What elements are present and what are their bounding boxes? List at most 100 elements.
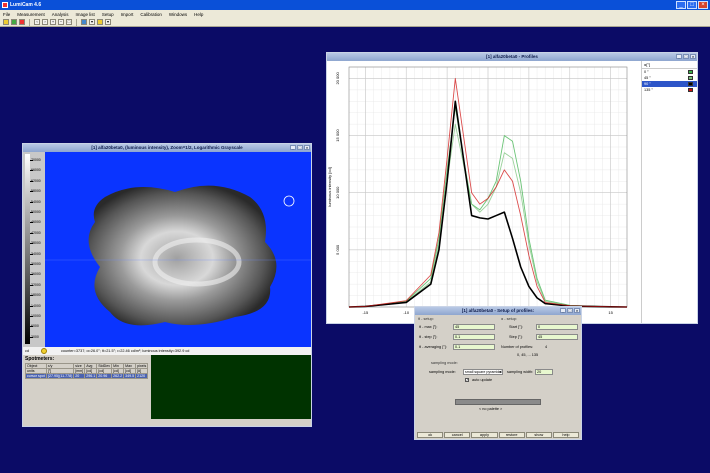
- open-folder-icon[interactable]: [3, 19, 9, 25]
- cancel-button[interactable]: cancel: [444, 432, 471, 438]
- zoom-in-icon[interactable]: +: [50, 19, 56, 25]
- unit-label: cd: [25, 349, 30, 353]
- y-tick-label: 15 000: [335, 129, 340, 142]
- minimize-icon[interactable]: _: [676, 1, 686, 9]
- scale-tick-label: 42000: [31, 230, 41, 235]
- show-button[interactable]: show: [525, 432, 552, 438]
- menu-image-list[interactable]: Image list: [76, 12, 95, 17]
- grid-icon[interactable]: [81, 19, 87, 25]
- scale-tick-label: 62000: [31, 178, 41, 183]
- toolbar-separator: [29, 18, 30, 26]
- image-window[interactable]: [1] alfa20beta0, (luminous intensity), Z…: [22, 143, 312, 427]
- scale-tick-label: 50000: [31, 210, 41, 214]
- x-tick-label: -10: [403, 310, 410, 315]
- image-status-row: cd counter=3737; α=26.0°; θ=21.5°; ι=22.…: [23, 347, 311, 355]
- legend-swatch: [688, 70, 693, 74]
- help-button[interactable]: help: [552, 432, 580, 438]
- sampling-width-label: sampling width:: [507, 370, 534, 374]
- sampling-mode-value: small square pyramidal: [465, 370, 502, 374]
- menu-help[interactable]: Help: [194, 12, 203, 17]
- auto-update-label: auto update: [472, 378, 493, 382]
- cursor-spot-marker[interactable]: [283, 195, 295, 207]
- legend-item[interactable]: 135 °: [642, 87, 697, 93]
- close-icon[interactable]: ×: [698, 1, 708, 9]
- profiles-chart[interactable]: -15-10-50510155 00010 00015 00020 000θ[°…: [327, 61, 639, 323]
- image-window-controls: _ □ ×: [290, 145, 310, 150]
- table-header: StdDev: [96, 363, 113, 369]
- maximize-icon[interactable]: □: [683, 54, 689, 59]
- scale-tick-label: 2000: [31, 334, 39, 339]
- minimize-icon[interactable]: _: [290, 145, 296, 150]
- record-icon[interactable]: [19, 19, 25, 25]
- restore-button[interactable]: restore: [498, 432, 525, 438]
- close-icon[interactable]: ×: [574, 308, 580, 313]
- legend-swatch: [688, 76, 693, 80]
- close-icon[interactable]: ×: [690, 54, 696, 59]
- menu-import[interactable]: Import: [121, 12, 134, 17]
- theta-max-field[interactable]: 45: [453, 324, 495, 330]
- legend-swatch: [688, 82, 693, 86]
- image-view-area[interactable]: 70000 66000 62000 58000 54000 50000 46000 42000…: [23, 152, 311, 347]
- chevron-down-icon: ▾: [499, 370, 501, 374]
- setup-body: θ - setup: α - setup: θ - max [°]: 45 θ …: [415, 315, 581, 439]
- profiles-body: -15-10-50510155 00010 00015 00020 000θ[°…: [327, 61, 697, 323]
- y-axis-label: luminous intensity [cd]: [327, 167, 332, 206]
- y-tick-label: 5 000: [335, 244, 340, 255]
- scale-tick-label: 18000: [31, 293, 41, 298]
- minimize-icon[interactable]: _: [676, 54, 682, 59]
- maximize-icon[interactable]: □: [297, 145, 303, 150]
- cursor-readout: counter=3737; α=26.0°; θ=21.5°; ι=22.46 …: [61, 349, 190, 353]
- menu-windows[interactable]: Windows: [169, 12, 187, 17]
- table-cell: 296.1: [84, 373, 98, 379]
- alpha-start-field[interactable]: 0: [536, 324, 578, 330]
- maximize-icon[interactable]: □: [687, 1, 697, 9]
- num-profiles-value: 4: [545, 345, 548, 349]
- scale-tick-label: 6000: [31, 324, 39, 329]
- setup-window-title-text: [1] alfa20beta0 - Setup of profiles:: [461, 308, 535, 313]
- dropdown-arrow-icon[interactable]: ▾: [89, 19, 95, 25]
- sampling-width-field[interactable]: 20: [535, 369, 553, 375]
- menu-calibration[interactable]: Calibration: [140, 12, 162, 17]
- profiles-window[interactable]: [1] alfa20beta0 - Profiles _ □ × -15-10-…: [326, 52, 698, 324]
- y-tick-label: 20 000: [335, 72, 340, 85]
- zoom-out-icon[interactable]: −: [58, 19, 64, 25]
- table-cell: 20.96: [96, 373, 113, 379]
- palette-bar[interactable]: [455, 399, 541, 405]
- theta-step-field[interactable]: 0.1: [453, 334, 495, 340]
- menu-measurement[interactable]: Measurement: [17, 12, 45, 17]
- image-window-title: [1] alfa20beta0, (luminous intensity), Z…: [23, 144, 311, 152]
- scale-tick-label: 54000: [31, 199, 41, 204]
- profiles-window-controls: _ □ ×: [676, 54, 696, 59]
- palette-icon[interactable]: [97, 19, 103, 25]
- table-unit: [mm]: [73, 368, 86, 374]
- menu-setup[interactable]: Setup: [102, 12, 114, 17]
- close-icon[interactable]: ×: [304, 145, 310, 150]
- arrow-right-icon[interactable]: ›: [42, 19, 48, 25]
- camera-icon[interactable]: [11, 19, 17, 25]
- app-title: LumiCam 4.6: [10, 2, 42, 8]
- app-title-bar: LumiCam 4.6 _ □ ×: [0, 0, 710, 10]
- dropdown-arrow-icon[interactable]: ▾: [105, 19, 111, 25]
- sampling-mode-select[interactable]: small square pyramidal ▾: [463, 369, 503, 375]
- scale-tick-label: 26000: [31, 272, 41, 277]
- scale-tick-label: 46000: [31, 220, 41, 225]
- menu-file[interactable]: File: [3, 12, 10, 17]
- light-distribution-blob: [88, 185, 277, 326]
- legend-item-label: 90 °: [644, 82, 651, 86]
- auto-update-checkbox[interactable]: ✓: [465, 378, 469, 382]
- zoom-fit-icon[interactable]: □: [66, 19, 72, 25]
- arrow-left-icon[interactable]: ‹: [34, 19, 40, 25]
- table-row[interactable]: cursor spot (27.95)(11.778) 20 296.1 20.…: [25, 373, 149, 379]
- image-window-title-text: [1] alfa20beta0, (luminous intensity), Z…: [91, 145, 243, 150]
- x-tick-label: 15: [608, 310, 613, 315]
- maximize-icon[interactable]: □: [567, 308, 573, 313]
- ok-button[interactable]: ok: [417, 432, 444, 438]
- color-indicator-icon[interactable]: [41, 348, 47, 354]
- alpha-step-field[interactable]: 45: [536, 334, 578, 340]
- setup-profiles-window[interactable]: [1] alfa20beta0 - Setup of profiles: _ □…: [414, 306, 582, 440]
- apply-button[interactable]: apply: [471, 432, 498, 438]
- luminance-image[interactable]: [45, 152, 311, 347]
- theta-averaging-field[interactable]: 0.1: [453, 344, 495, 350]
- minimize-icon[interactable]: _: [560, 308, 566, 313]
- menu-analysis[interactable]: Analysis: [52, 12, 69, 17]
